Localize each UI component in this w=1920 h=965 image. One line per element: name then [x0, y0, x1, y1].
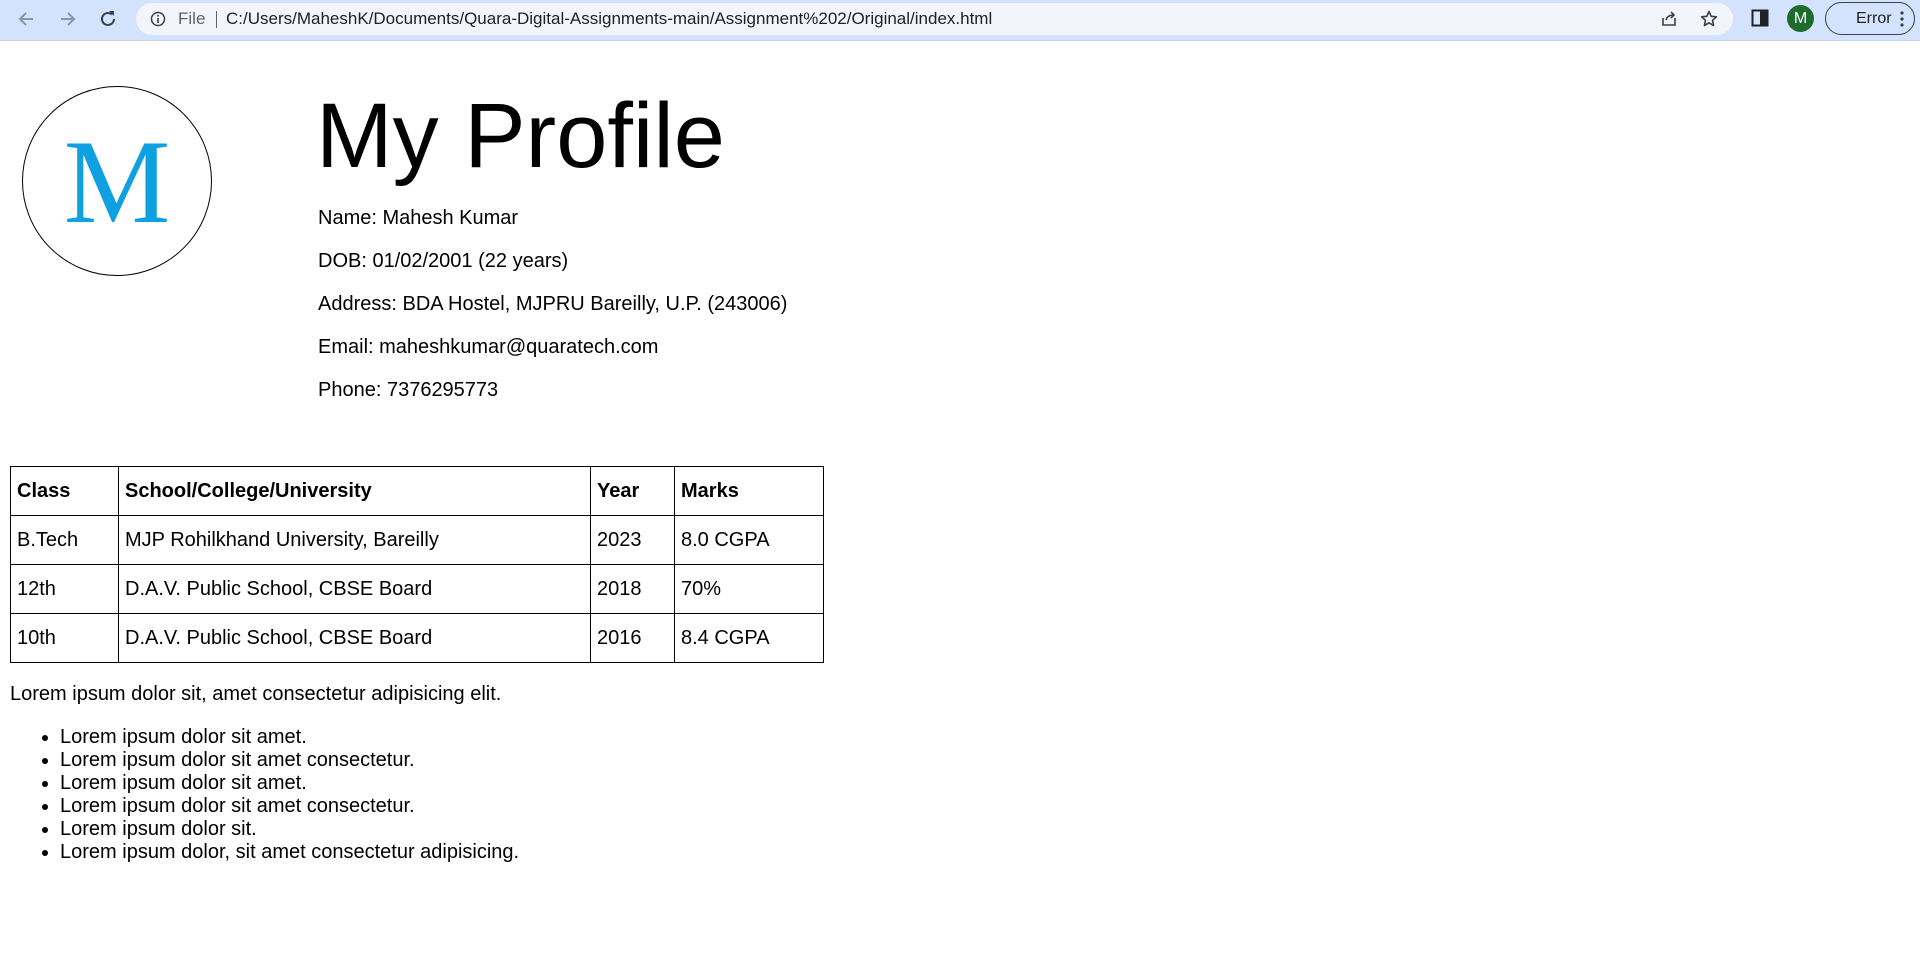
cell-marks: 8.4 CGPA — [674, 613, 824, 663]
forward-arrow-icon — [61, 12, 76, 26]
list-item: Lorem ipsum dolor sit amet consectetur. — [60, 795, 519, 818]
cell-school: D.A.V. Public School, CBSE Board — [118, 613, 591, 663]
cell-year: 2018 — [590, 564, 675, 614]
list-item: Lorem ipsum dolor sit amet. — [60, 726, 519, 749]
profile-email: Email: maheshkumar@quaratech.com — [318, 336, 659, 358]
cell-marks: 8.0 CGPA — [674, 515, 824, 565]
cell-class: 10th — [10, 613, 119, 663]
cell-class: B.Tech — [10, 515, 119, 565]
error-button[interactable]: Error — [1825, 2, 1915, 35]
back-arrow-icon — [18, 12, 33, 26]
profile-name: Name: Mahesh Kumar — [318, 207, 519, 229]
table-header-row: Class School/College/University Year Mar… — [10, 466, 824, 516]
header-school: School/College/University — [118, 466, 591, 516]
cell-school: MJP Rohilkhand University, Bareilly — [118, 515, 591, 565]
profile-address: Address: BDA Hostel, MJPRU Bareilly, U.P… — [318, 293, 788, 315]
education-table: Class School/College/University Year Mar… — [10, 466, 824, 663]
cell-school: D.A.V. Public School, CBSE Board — [118, 564, 591, 614]
list-item: Lorem ipsum dolor sit. — [60, 818, 519, 841]
side-panel-icon[interactable] — [1751, 9, 1769, 27]
url-text[interactable]: C:/Users/MaheshK/Documents/Quara-Digital… — [226, 10, 992, 28]
address-separator — [216, 11, 217, 28]
cell-year: 2023 — [590, 515, 675, 565]
list-item: Lorem ipsum dolor, sit amet consectetur … — [60, 841, 519, 864]
reload-icon — [101, 11, 115, 26]
lorem-list: Lorem ipsum dolor sit amet. Lorem ipsum … — [10, 726, 519, 864]
page-title: My Profile — [316, 85, 725, 187]
table-row: B.Tech MJP Rohilkhand University, Bareil… — [10, 515, 824, 565]
file-scheme-label: File — [178, 9, 206, 28]
header-year: Year — [590, 466, 675, 516]
star-icon[interactable] — [1699, 9, 1719, 29]
table-row: 10th D.A.V. Public School, CBSE Board 20… — [10, 613, 824, 663]
avatar-letter: M — [63, 115, 171, 248]
profile-dob: DOB: 01/02/2001 (22 years) — [318, 250, 569, 272]
cell-year: 2016 — [590, 613, 675, 663]
error-label: Error — [1856, 9, 1892, 27]
browser-toolbar: File C:/Users/MaheshK/Documents/Quara-Di… — [0, 0, 1920, 41]
kebab-menu-icon — [1900, 11, 1904, 27]
lorem-paragraph: Lorem ipsum dolor sit, amet consectetur … — [10, 683, 502, 705]
info-icon[interactable] — [150, 11, 166, 27]
address-bar[interactable]: File C:/Users/MaheshK/Documents/Quara-Di… — [136, 3, 1733, 35]
header-class: Class — [10, 466, 119, 516]
profile-avatar[interactable]: M — [1787, 5, 1814, 32]
table-row: 12th D.A.V. Public School, CBSE Board 20… — [10, 564, 824, 614]
share-icon[interactable] — [1659, 9, 1679, 29]
profile-picture: M — [22, 86, 212, 276]
forward-button[interactable] — [55, 7, 79, 31]
list-item: Lorem ipsum dolor sit amet consectetur. — [60, 749, 519, 772]
back-button[interactable] — [15, 7, 39, 31]
cell-marks: 70% — [674, 564, 824, 614]
profile-phone: Phone: 7376295773 — [318, 379, 499, 401]
cell-class: 12th — [10, 564, 119, 614]
list-item: Lorem ipsum dolor sit amet. — [60, 772, 519, 795]
header-marks: Marks — [674, 466, 824, 516]
reload-button[interactable] — [96, 7, 120, 31]
